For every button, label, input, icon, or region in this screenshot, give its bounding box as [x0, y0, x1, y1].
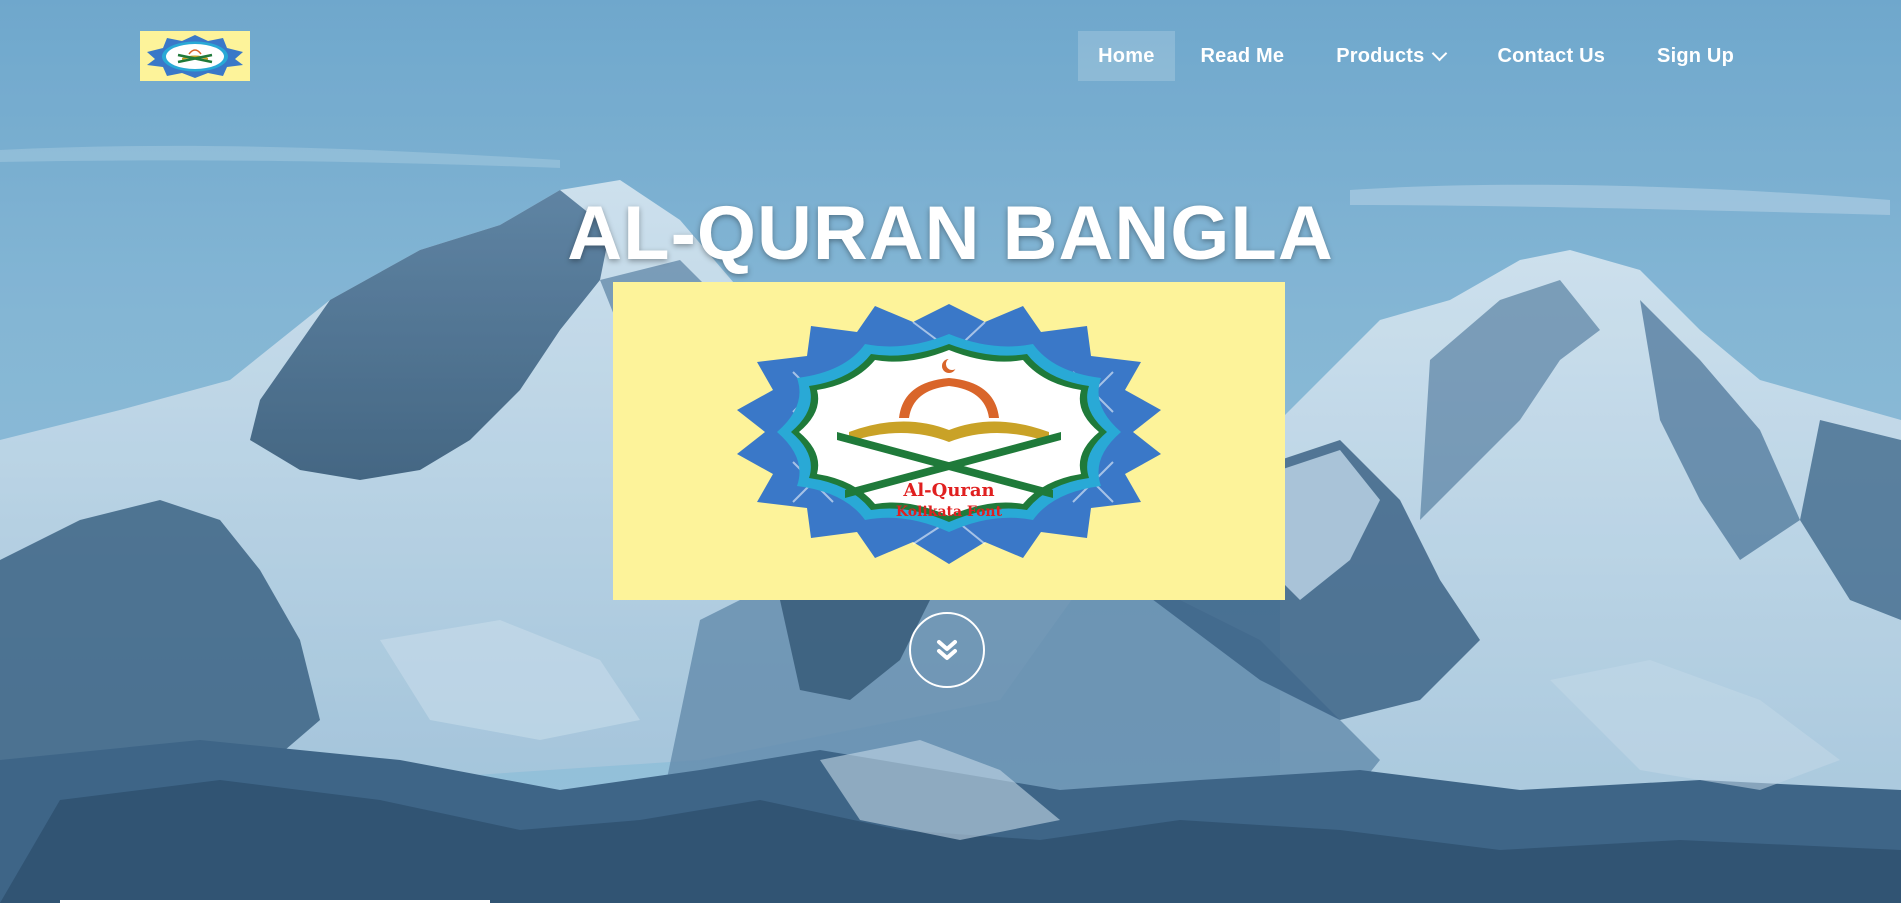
site-logo[interactable]: [140, 31, 250, 81]
main-nav: Home Read Me Products Contact Us Sign Up: [1078, 31, 1760, 81]
nav-contact-us[interactable]: Contact Us: [1471, 31, 1631, 81]
nav-read-me-label: Read Me: [1200, 45, 1285, 67]
nav-home-label: Home: [1098, 45, 1155, 67]
nav-contact-us-label: Contact Us: [1497, 45, 1606, 67]
quran-emblem-icon: Al-Quran Kolikata Font: [737, 304, 1161, 564]
hero-logo-image: Al-Quran Kolikata Font: [613, 282, 1285, 600]
logo-text-line1: Al-Quran: [902, 480, 994, 501]
page: Home Read Me Products Contact Us Sign Up…: [0, 0, 1901, 903]
logo-emblem-icon: [147, 35, 243, 78]
nav-products[interactable]: Products: [1310, 31, 1471, 81]
nav-read-me[interactable]: Read Me: [1175, 31, 1311, 81]
scroll-down-button[interactable]: [909, 612, 985, 688]
nav-products-label: Products: [1336, 45, 1425, 67]
nav-home[interactable]: Home: [1078, 31, 1175, 81]
nav-sign-up[interactable]: Sign Up: [1631, 31, 1760, 81]
hero-title: AL-QURAN BANGLA: [567, 191, 1334, 276]
double-chevron-down-icon: [937, 640, 957, 660]
nav-sign-up-label: Sign Up: [1657, 45, 1734, 67]
logo-text-line2: Kolikata Font: [896, 504, 1003, 520]
chevron-down-icon: [1432, 45, 1448, 61]
